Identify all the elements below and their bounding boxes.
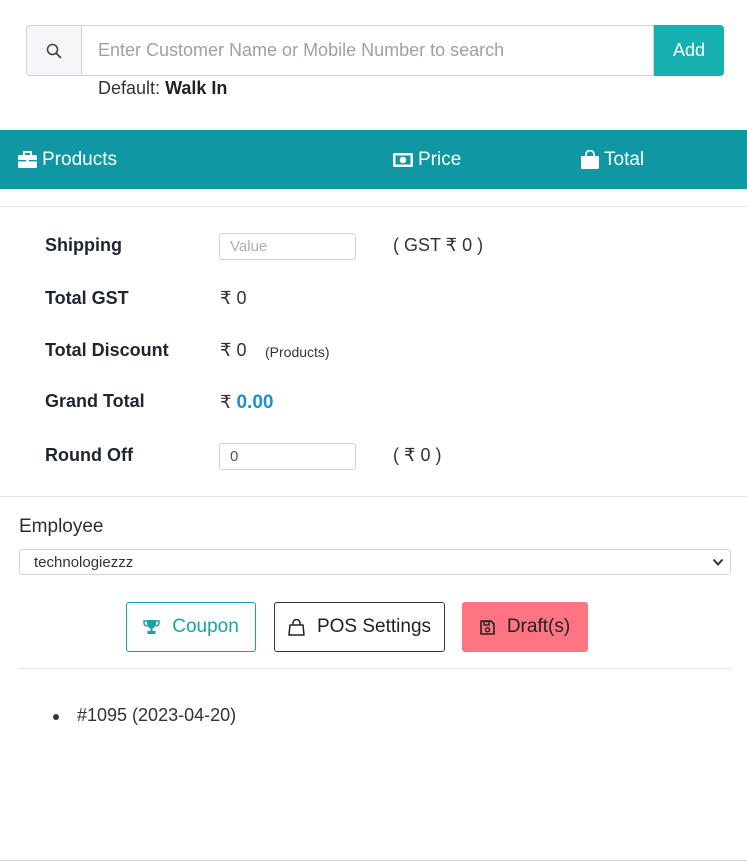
grand-total-value: 0.00: [236, 392, 274, 413]
default-customer-prefix: Default:: [98, 78, 161, 98]
column-price-label: Price: [418, 148, 462, 170]
total-discount-note: (Products): [265, 344, 330, 360]
employee-select[interactable]: technologiezzz: [19, 549, 731, 575]
customer-search-input[interactable]: [81, 25, 654, 76]
coupon-button[interactable]: Coupon: [126, 602, 256, 652]
shipping-gst-note: ( GST ₹ 0 ): [393, 235, 484, 255]
shopping-bag-icon: [581, 150, 599, 169]
total-discount-label: Total Discount: [45, 340, 169, 360]
trophy-icon: [143, 620, 160, 634]
search-icon: [46, 43, 62, 58]
grand-total-currency: ₹: [220, 392, 232, 412]
column-products-label: Products: [42, 148, 117, 170]
divider: [19, 668, 732, 669]
total-gst-value: ₹ 0: [220, 288, 247, 308]
default-customer-value: Walk In: [165, 78, 228, 98]
draft-item-text: #1095 (2023-04-20): [77, 705, 237, 725]
divider: [0, 206, 747, 207]
employee-selected-value: technologiezzz: [34, 553, 134, 571]
draft-list-item[interactable]: #1095 (2023-04-20): [53, 705, 236, 726]
search-addon[interactable]: [26, 25, 81, 76]
cart-table-header: Products Price Total: [0, 130, 747, 189]
save-icon: [480, 619, 495, 635]
pos-settings-button[interactable]: POS Settings: [274, 602, 445, 652]
grand-total-label: Grand Total: [45, 391, 145, 411]
column-total: Total: [581, 130, 644, 189]
round-off-note: ( ₹ 0 ): [393, 445, 442, 465]
shipping-input[interactable]: [219, 233, 356, 260]
bottom-border: [0, 860, 747, 861]
chevron-down-icon: [712, 558, 724, 566]
employee-label: Employee: [19, 516, 104, 537]
shipping-label: Shipping: [45, 235, 122, 255]
shopping-bag-icon: [288, 618, 305, 636]
grand-total-value-wrap: ₹ 0.00: [220, 392, 273, 414]
divider: [0, 496, 747, 497]
coupon-button-label: Coupon: [172, 616, 239, 637]
total-gst-label: Total GST: [45, 288, 129, 308]
column-total-label: Total: [604, 148, 645, 170]
default-customer: Default: Walk In: [98, 78, 227, 99]
briefcase-icon: [18, 151, 37, 168]
draft-list: #1095 (2023-04-20): [53, 705, 236, 726]
total-discount-value: ₹ 0: [220, 340, 247, 360]
add-customer-button[interactable]: Add: [654, 25, 724, 76]
column-price: Price: [393, 130, 461, 189]
round-off-input[interactable]: [219, 443, 356, 470]
money-bill-icon: [393, 152, 413, 167]
pos-settings-button-label: POS Settings: [316, 616, 432, 637]
round-off-label: Round Off: [45, 445, 133, 465]
column-products: Products: [18, 130, 117, 189]
customer-search-bar: Add: [26, 25, 724, 76]
drafts-button-label: Draft(s): [506, 616, 571, 637]
drafts-button[interactable]: Draft(s): [462, 602, 588, 652]
